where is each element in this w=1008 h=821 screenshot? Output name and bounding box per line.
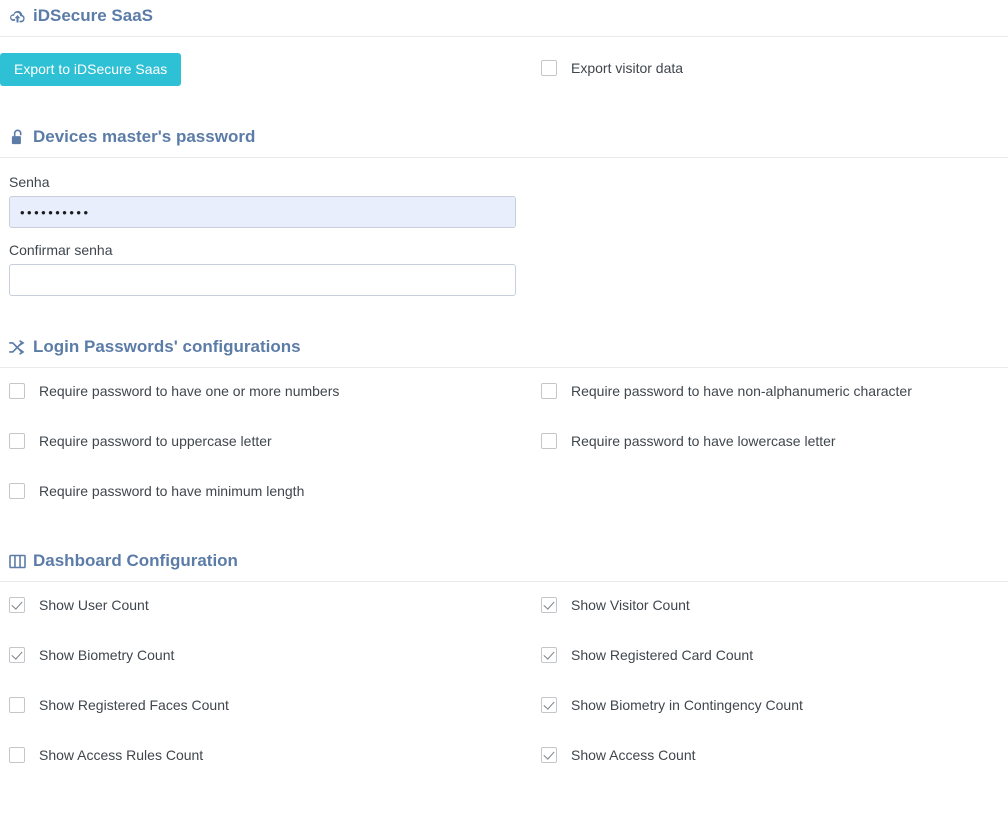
option-row: Show Access Rules Count Show Access Coun… (0, 747, 1008, 763)
show-visitor-count-checkbox[interactable] (541, 597, 557, 613)
confirmar-senha-input[interactable] (9, 264, 516, 296)
show-registered-card-count-label: Show Registered Card Count (571, 647, 754, 663)
section-header-login-passwords-configurations: Login Passwords' configurations (0, 337, 1008, 357)
checkbox-row-show-access-count[interactable]: Show Access Count (504, 747, 1008, 763)
show-registered-faces-count-checkbox[interactable] (9, 697, 25, 713)
option-row: Require password to have minimum length (0, 483, 1008, 499)
export-visitor-data-checkbox[interactable] (541, 60, 557, 76)
checkbox-row-require-numbers[interactable]: Require password to have one or more num… (0, 383, 504, 399)
show-visitor-count-label: Show Visitor Count (571, 597, 690, 613)
section-title: Login Passwords' configurations (33, 337, 301, 356)
shuffle-icon (9, 339, 26, 356)
require-numbers-label: Require password to have one or more num… (39, 383, 340, 399)
show-access-rules-count-checkbox[interactable] (9, 747, 25, 763)
checkbox-row-export-visitor-data[interactable]: Export visitor data (504, 53, 1008, 76)
section-title: iDSecure SaaS (33, 6, 154, 25)
show-access-rules-count-label: Show Access Rules Count (39, 747, 204, 763)
confirmar-senha-label: Confirmar senha (9, 242, 113, 258)
show-registered-faces-count-label: Show Registered Faces Count (39, 697, 229, 713)
checkbox-row-require-minimum-length[interactable]: Require password to have minimum length (0, 483, 504, 499)
require-non-alphanumeric-checkbox[interactable] (541, 383, 557, 399)
require-uppercase-checkbox[interactable] (9, 433, 25, 449)
lock-open-icon (9, 129, 26, 146)
require-lowercase-label: Require password to have lowercase lette… (571, 433, 836, 449)
require-lowercase-checkbox[interactable] (541, 433, 557, 449)
show-biometry-count-checkbox[interactable] (9, 647, 25, 663)
checkbox-row-show-visitor-count[interactable]: Show Visitor Count (504, 597, 1008, 613)
option-row: Require password to have one or more num… (0, 383, 1008, 399)
checkbox-row-show-registered-faces-count[interactable]: Show Registered Faces Count (0, 697, 504, 713)
section-header-devices-master-password: Devices master's password (0, 127, 1008, 147)
senha-input[interactable]: •••••••••• (9, 196, 516, 228)
checkbox-row-require-non-alphanumeric[interactable]: Require password to have non-alphanumeri… (504, 383, 1008, 399)
show-access-count-label: Show Access Count (571, 747, 696, 763)
require-numbers-checkbox[interactable] (9, 383, 25, 399)
cloud-upload-icon (9, 8, 26, 25)
show-biometry-count-label: Show Biometry Count (39, 647, 175, 663)
checkbox-row-require-uppercase[interactable]: Require password to uppercase letter (0, 433, 504, 449)
require-uppercase-label: Require password to uppercase letter (39, 433, 272, 449)
checkbox-row-show-user-count[interactable]: Show User Count (0, 597, 504, 613)
section-header-dashboard-configuration: Dashboard Configuration (0, 551, 1008, 571)
checkbox-row-show-access-rules-count[interactable]: Show Access Rules Count (0, 747, 504, 763)
option-row: Show User Count Show Visitor Count (0, 597, 1008, 613)
show-user-count-checkbox[interactable] (9, 597, 25, 613)
require-non-alphanumeric-label: Require password to have non-alphanumeri… (571, 383, 912, 399)
columns-icon (9, 553, 26, 570)
show-access-count-checkbox[interactable] (541, 747, 557, 763)
section-header-idsecure-saas: iDSecure SaaS (0, 6, 1008, 26)
devices-master-password-body: Senha •••••••••• Confirmar senha (0, 158, 1008, 296)
section-title: Dashboard Configuration (33, 551, 238, 570)
show-biometry-contingency-count-label: Show Biometry in Contingency Count (571, 697, 803, 713)
show-registered-card-count-checkbox[interactable] (541, 647, 557, 663)
require-minimum-length-label: Require password to have minimum length (39, 483, 305, 499)
dashboard-configuration-options: Show User Count Show Visitor Count Show … (0, 582, 1008, 763)
export-visitor-data-label: Export visitor data (571, 60, 684, 76)
idsecure-saas-body: Export to iDSecure Saas Export visitor d… (0, 37, 1008, 86)
settings-page: iDSecure SaaS Export to iDSecure Saas Ex… (0, 0, 1008, 763)
checkbox-row-show-biometry-count[interactable]: Show Biometry Count (0, 647, 504, 663)
login-passwords-options: Require password to have one or more num… (0, 368, 1008, 499)
option-row: Require password to uppercase letter Req… (0, 433, 1008, 449)
export-to-idsecure-saas-button[interactable]: Export to iDSecure Saas (0, 53, 182, 86)
idsecure-saas-right-col: Export visitor data (504, 53, 1008, 86)
require-minimum-length-checkbox[interactable] (9, 483, 25, 499)
section-title: Devices master's password (33, 127, 256, 146)
senha-label: Senha (9, 174, 50, 190)
checkbox-row-show-registered-card-count[interactable]: Show Registered Card Count (504, 647, 1008, 663)
option-row: Show Registered Faces Count Show Biometr… (0, 697, 1008, 713)
show-biometry-contingency-count-checkbox[interactable] (541, 697, 557, 713)
checkbox-row-show-biometry-contingency-count[interactable]: Show Biometry in Contingency Count (504, 697, 1008, 713)
show-user-count-label: Show User Count (39, 597, 149, 613)
checkbox-row-require-lowercase[interactable]: Require password to have lowercase lette… (504, 433, 1008, 449)
idsecure-saas-left-col: Export to iDSecure Saas (0, 53, 504, 86)
option-row: Show Biometry Count Show Registered Card… (0, 647, 1008, 663)
